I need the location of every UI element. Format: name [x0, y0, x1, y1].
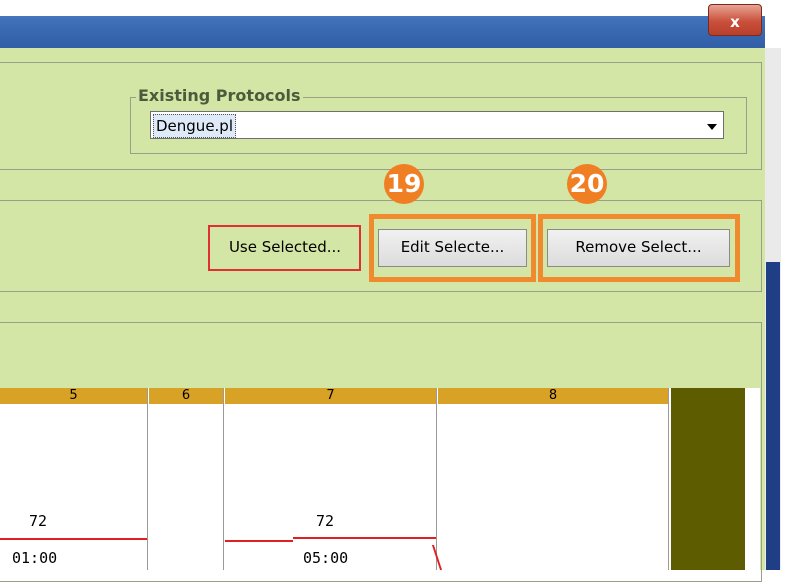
column-divider	[668, 388, 669, 570]
column-header-8: 8	[438, 388, 668, 404]
trend-line	[293, 537, 436, 539]
olive-column	[671, 388, 745, 570]
callout-badge-20: 20	[567, 164, 607, 204]
cell-value-col7: 72	[316, 512, 335, 530]
protocol-select-value: Dengue.pl	[153, 114, 236, 138]
use-selected-button[interactable]: Use Selected...	[214, 230, 356, 266]
schedule-grid	[0, 388, 760, 570]
cell-time-col7: 05:00	[303, 549, 349, 567]
column-divider	[436, 388, 437, 570]
cell-value-col5: 72	[29, 512, 48, 530]
chevron-down-icon[interactable]	[707, 124, 717, 130]
trend-line	[225, 540, 293, 542]
edit-selected-button[interactable]: Edit Selecte...	[378, 229, 527, 267]
column-divider	[223, 388, 224, 570]
close-window-button[interactable]: x	[708, 4, 762, 36]
cell-time-col5: 01:00	[12, 549, 58, 567]
remove-selected-button[interactable]: Remove Select...	[547, 229, 730, 267]
column-divider	[147, 388, 148, 570]
title-bar-crop	[0, 0, 765, 16]
protocol-select[interactable]: Dengue.pl	[150, 111, 724, 139]
column-header-5: 5	[0, 388, 147, 404]
close-icon: x	[730, 13, 740, 31]
column-header-6: 6	[149, 388, 223, 404]
trend-line	[0, 538, 147, 540]
existing-protocols-legend: Existing Protocols	[136, 86, 303, 105]
scrollbar-thumb[interactable]	[766, 262, 780, 570]
column-header-7: 7	[225, 388, 436, 404]
callout-badge-19: 19	[384, 164, 424, 204]
